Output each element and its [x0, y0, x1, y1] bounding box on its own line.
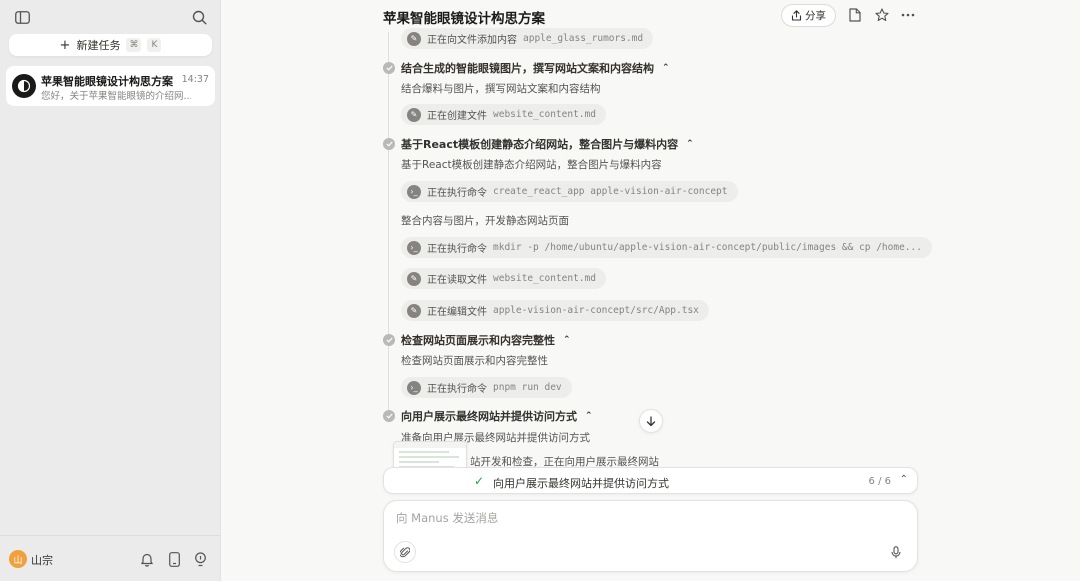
share-button[interactable]: 分享	[781, 4, 836, 27]
new-task-button[interactable]: + 新建任务 ⌘ K	[9, 34, 212, 56]
sidebar-footer: 山 山宗	[0, 535, 221, 581]
sidebar: + 新建任务 ⌘ K 苹果智能眼镜设计构思方案 14:37 您好，关于苹果智能眼…	[0, 0, 221, 581]
action-text: 正在编辑文件	[427, 307, 487, 318]
more-icon[interactable]	[900, 7, 916, 23]
share-label: 分享	[805, 10, 826, 22]
action-pill[interactable]: ›_ 正在执行命令 mkdir -p /home/ubuntu/apple-vi…	[401, 237, 932, 258]
search-icon[interactable]	[190, 8, 208, 26]
step-title: 基于React模板创建静态介绍网站，整合图片与爆料内容	[401, 138, 679, 151]
action-code: apple-vision-air-concept/src/App.tsx	[493, 305, 699, 316]
action-text: 正在向文件添加内容	[427, 35, 517, 46]
step-desc: 检查网站页面展示和内容完整性	[401, 355, 548, 367]
star-icon[interactable]	[874, 7, 890, 23]
microphone-icon[interactable]	[885, 541, 907, 563]
check-icon	[383, 62, 395, 74]
step-header[interactable]: 检查网站页面展示和内容完整性 ⌃	[383, 332, 571, 348]
step-desc: 基于React模板创建静态介绍网站，整合图片与爆料内容	[401, 159, 662, 171]
action-pill[interactable]: ✎ 正在读取文件 website_content.md	[401, 268, 606, 289]
shortcut-key-cmd: ⌘	[126, 38, 142, 52]
action-code: website_content.md	[493, 109, 596, 120]
action-pill[interactable]: ›_ 正在执行命令 create_react_app apple-vision-…	[401, 181, 738, 202]
main-panel: 苹果智能眼镜设计构思方案 分享 ✎ 正在向文件添加内容 apple_glass_…	[221, 0, 1080, 581]
action-code: website_content.md	[493, 273, 596, 284]
check-icon	[383, 410, 395, 422]
bell-icon[interactable]	[138, 550, 156, 568]
scroll-down-button[interactable]	[639, 409, 663, 433]
task-progress-bar[interactable]: ✓ 向用户展示最终网站并提供访问方式 6 / 6 ⌃	[383, 467, 918, 494]
edit-icon: ✎	[407, 303, 421, 318]
checkmark-icon: ✓	[474, 474, 485, 488]
action-text: 正在执行命令	[427, 188, 487, 199]
action-code: mkdir -p /home/ubuntu/apple-vision-air-c…	[493, 242, 922, 253]
task-item[interactable]: 苹果智能眼镜设计构思方案 14:37 您好，关于苹果智能眼镜的介绍网...	[6, 66, 215, 106]
action-pill[interactable]: ›_ 正在执行命令 pnpm run dev	[401, 377, 572, 398]
task-time: 14:37	[181, 74, 209, 85]
arrow-down-icon	[646, 415, 656, 426]
edit-icon: ✎	[407, 31, 421, 46]
action-text: 正在创建文件	[427, 111, 487, 122]
message-input[interactable]	[396, 511, 896, 525]
shortcut-key-k: K	[147, 38, 162, 52]
action-code: create_react_app apple-vision-air-concep…	[493, 186, 728, 197]
action-code: pnpm run dev	[493, 382, 562, 393]
action-text: 正在读取文件	[427, 275, 487, 286]
user-avatar[interactable]: 山	[9, 550, 27, 568]
progress-title: 向用户展示最终网站并提供访问方式	[493, 477, 669, 490]
new-task-label: 新建任务	[76, 39, 121, 52]
lightbulb-icon[interactable]	[191, 550, 209, 568]
sidebar-top	[0, 0, 221, 32]
edit-icon: ✎	[407, 107, 421, 122]
action-text: 正在执行命令	[427, 244, 487, 255]
chevron-up-icon: ⌃	[563, 335, 571, 345]
action-text: 正在执行命令	[427, 384, 487, 395]
step-desc: 结合爆料与图片，撰写网站文案和内容结构	[401, 83, 601, 95]
sidebar-toggle-icon[interactable]	[13, 8, 31, 26]
file-icon[interactable]	[847, 7, 863, 23]
task-preview: 您好，关于苹果智能眼镜的介绍网...	[41, 91, 191, 102]
chevron-up-icon: ⌃	[662, 63, 670, 73]
terminal-icon: ›_	[407, 380, 421, 395]
plus-icon: +	[59, 37, 71, 53]
share-icon	[791, 10, 802, 21]
step-desc: 整合内容与图片，开发静态网站页面	[401, 215, 569, 227]
timeline-line	[388, 32, 389, 417]
user-name[interactable]: 山宗	[31, 552, 53, 568]
step-title: 检查网站页面展示和内容完整性	[401, 334, 555, 347]
page-title: 苹果智能眼镜设计构思方案	[383, 11, 545, 27]
step-title: 向用户展示最终网站并提供访问方式	[401, 410, 577, 423]
action-pill[interactable]: ✎ 正在编辑文件 apple-vision-air-concept/src/Ap…	[401, 300, 709, 321]
step-title: 结合生成的智能眼镜图片，撰写网站文案和内容结构	[401, 62, 654, 75]
action-code: apple_glass_rumors.md	[523, 33, 644, 44]
step-header[interactable]: 基于React模板创建静态介绍网站，整合图片与爆料内容 ⌃	[383, 136, 694, 152]
chevron-up-icon: ⌃	[899, 474, 908, 485]
manus-logo-icon	[17, 79, 31, 93]
check-icon	[383, 138, 395, 150]
action-pill[interactable]: ✎ 正在创建文件 website_content.md	[401, 104, 606, 125]
paperclip-icon[interactable]	[394, 541, 416, 563]
task-avatar	[12, 74, 36, 98]
step-header[interactable]: 结合生成的智能眼镜图片，撰写网站文案和内容结构 ⌃	[383, 60, 670, 76]
chevron-up-icon: ⌃	[686, 139, 694, 149]
edit-icon: ✎	[407, 271, 421, 286]
mobile-icon[interactable]	[165, 550, 183, 568]
action-pill[interactable]: ✎ 正在向文件添加内容 apple_glass_rumors.md	[401, 28, 654, 49]
step-header[interactable]: 向用户展示最终网站并提供访问方式 ⌃	[383, 408, 593, 424]
task-title: 苹果智能眼镜设计构思方案	[41, 75, 173, 88]
chevron-up-icon: ⌃	[585, 411, 593, 421]
terminal-icon: ›_	[407, 240, 421, 255]
check-icon	[383, 334, 395, 346]
message-composer	[383, 500, 918, 572]
terminal-icon: ›_	[407, 184, 421, 199]
progress-count: 6 / 6	[868, 476, 891, 487]
